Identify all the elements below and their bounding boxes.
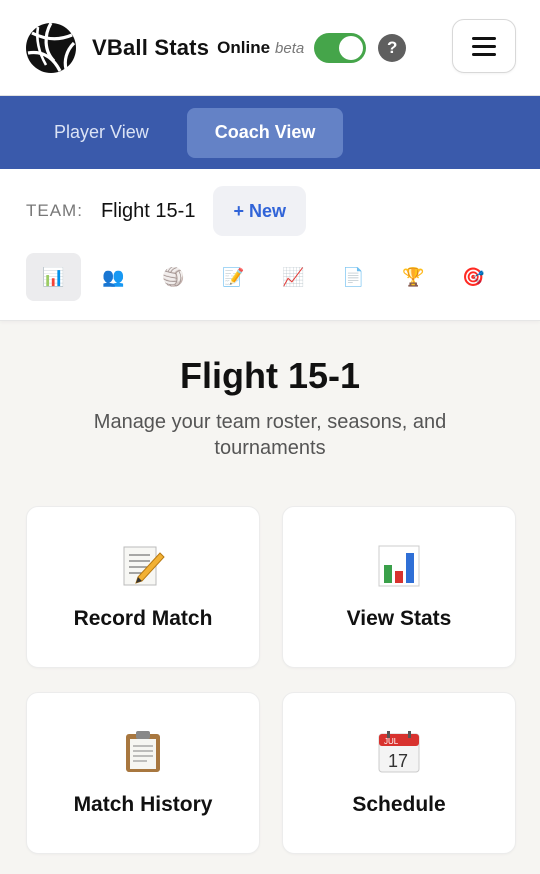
bar-chart-icon xyxy=(378,545,420,587)
calendar-month: JUL xyxy=(384,737,399,746)
help-button[interactable]: ? xyxy=(378,33,407,62)
calendar-icon: JUL 17 xyxy=(378,731,420,773)
app-brand-name: VBall Stats xyxy=(92,34,210,60)
trend-chart-icon[interactable]: 📈 xyxy=(266,253,321,301)
page-title: Flight 15-1 xyxy=(179,355,361,396)
toggle-knob xyxy=(339,35,364,60)
team-label: TEAM: xyxy=(26,201,83,220)
document-icon[interactable]: 📄 xyxy=(326,253,381,301)
main-content: Flight 15-1 Manage your team roster, sea… xyxy=(0,321,540,854)
schedule-card[interactable]: JUL 17 Schedule xyxy=(282,692,516,854)
menu-bar-icon xyxy=(472,52,496,56)
trophy-icon[interactable]: 🏆 xyxy=(386,253,441,301)
connection-status: Online beta xyxy=(217,38,304,58)
record-match-card[interactable]: Record Match xyxy=(26,506,260,668)
hamburger-menu-button[interactable] xyxy=(452,19,516,73)
record-match-label: Record Match xyxy=(73,607,213,630)
view-stats-card[interactable]: View Stats xyxy=(282,506,516,668)
clipboard-icon xyxy=(126,731,160,772)
volleyball-logo-icon xyxy=(26,21,76,73)
tab-player-view[interactable]: Player View xyxy=(28,108,175,158)
volleyball-icon[interactable]: 🏐 xyxy=(146,253,201,301)
app-header: VBall Stats Online beta ? xyxy=(0,0,540,96)
team-selector-row: TEAM: Flight 15-1 + New xyxy=(26,185,514,237)
schedule-label: Schedule xyxy=(352,793,446,816)
menu-bar-icon xyxy=(472,36,496,40)
view-switch-bar: Player View Coach View xyxy=(0,96,540,169)
status-text: Online xyxy=(217,37,271,57)
beta-label: beta xyxy=(275,39,305,57)
page-subtitle: Manage your team roster, seasons, and to… xyxy=(93,411,447,459)
people-icon[interactable]: 👥 xyxy=(86,253,141,301)
new-team-button[interactable]: + New xyxy=(213,186,306,236)
match-history-label: Match History xyxy=(73,793,213,816)
memo-icon[interactable]: 📝 xyxy=(206,253,261,301)
action-cards: Record Match View Stats Match History JU… xyxy=(24,506,516,854)
team-toolbar: TEAM: Flight 15-1 + New 📊 👥 🏐 📝 📈 📄 🏆 🎯 xyxy=(0,169,540,321)
calendar-day: 17 xyxy=(388,751,408,771)
memo-icon xyxy=(123,546,165,586)
view-stats-label: View Stats xyxy=(346,607,452,630)
match-history-card[interactable]: Match History xyxy=(26,692,260,854)
bar-chart-icon[interactable]: 📊 xyxy=(26,253,81,301)
menu-bar-icon xyxy=(472,44,496,48)
section-nav: 📊 👥 🏐 📝 📈 📄 🏆 🎯 xyxy=(26,253,514,301)
target-icon[interactable]: 🎯 xyxy=(446,253,501,301)
tab-coach-view[interactable]: Coach View xyxy=(186,107,344,158)
online-toggle[interactable] xyxy=(314,32,367,63)
team-name-selector[interactable]: Flight 15-1 xyxy=(101,200,196,223)
